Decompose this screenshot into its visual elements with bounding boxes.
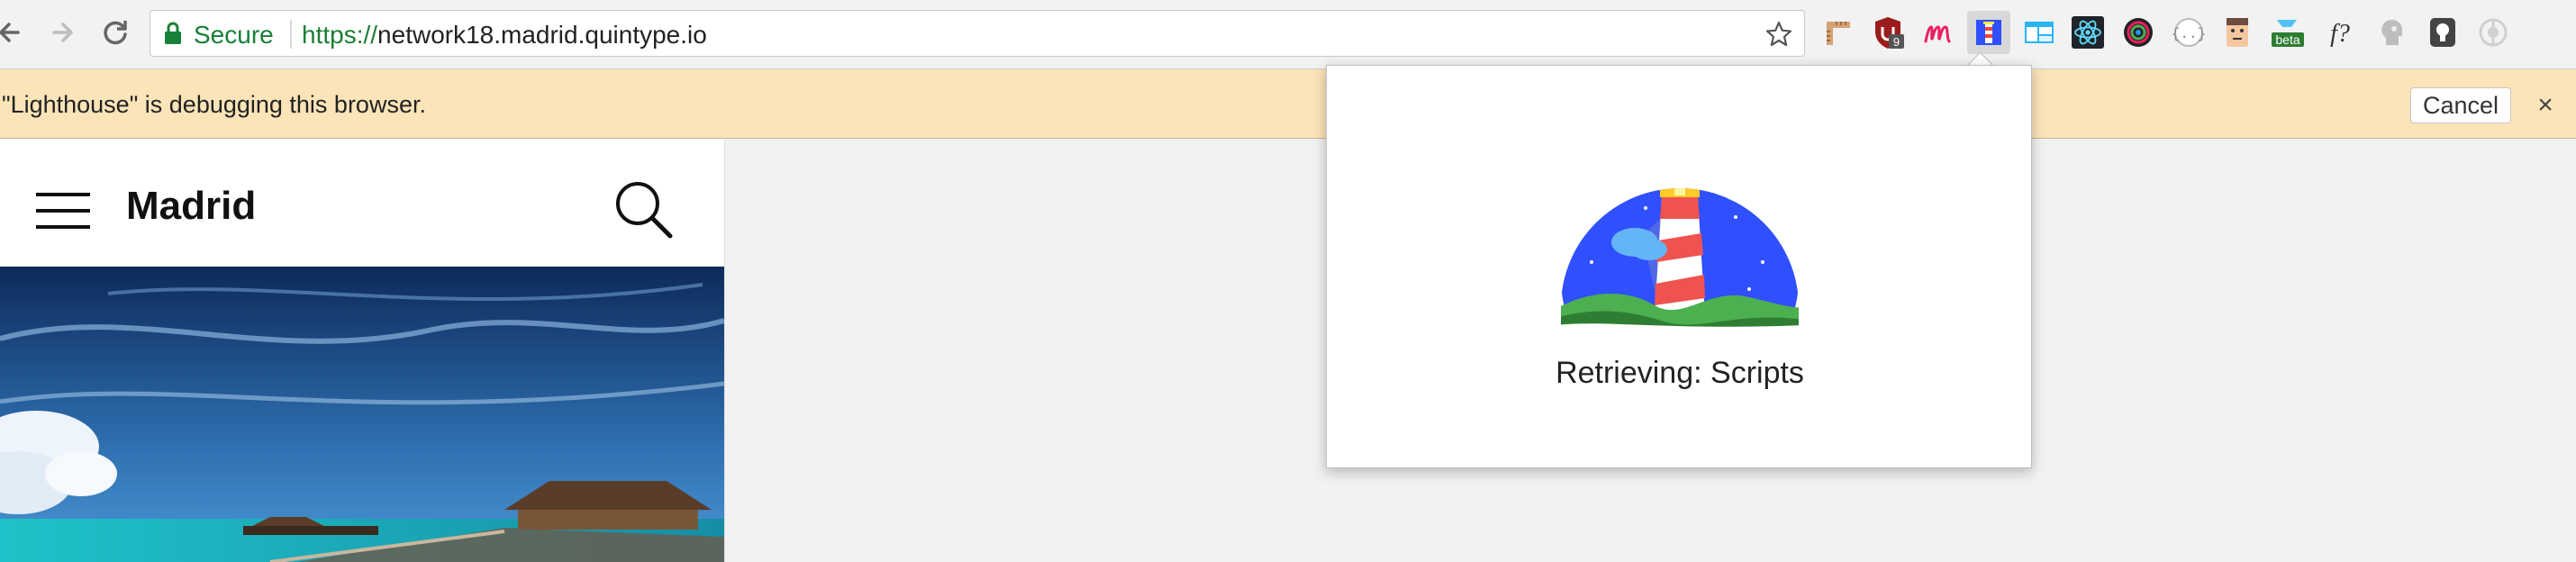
- lock-icon[interactable]: [163, 22, 183, 45]
- omnibox-separator: [290, 20, 292, 49]
- back-arrow-icon[interactable]: [0, 13, 31, 52]
- beta-badge: beta: [2275, 32, 2299, 47]
- secure-label[interactable]: Secure: [194, 21, 274, 50]
- fonts-extension-icon[interactable]: f?: [2322, 14, 2358, 50]
- forward-arrow-icon[interactable]: [43, 13, 83, 52]
- reload-icon[interactable]: [95, 13, 135, 52]
- debugging-infobar: "Lighthouse" is debugging this browser. …: [0, 69, 2576, 139]
- fonts-label: f?: [2330, 20, 2350, 48]
- face-extension-icon[interactable]: [2219, 14, 2255, 50]
- react-devtools-icon[interactable]: [2070, 14, 2106, 50]
- browser-toolbar: Secure https://network18.madrid.quintype…: [0, 0, 2576, 69]
- lighthouse-status: Retrieving: Scripts: [1556, 356, 1804, 390]
- beta-extension-icon[interactable]: beta: [2270, 14, 2306, 50]
- hero-image[interactable]: [0, 267, 724, 562]
- url-scheme: https://: [302, 21, 378, 49]
- disabled-extension-icon[interactable]: [2475, 14, 2511, 50]
- lighthouse-extension-icon[interactable]: [1967, 11, 2010, 54]
- hamburger-menu-icon[interactable]: [36, 191, 90, 231]
- lighthouse-logo-icon: [1556, 154, 1804, 334]
- url-text[interactable]: https://network18.madrid.quintype.io: [302, 21, 707, 50]
- star-icon[interactable]: [1764, 20, 1793, 49]
- color-picker-icon[interactable]: [2120, 14, 2156, 50]
- lighthouse-popup: Retrieving: Scripts: [1326, 65, 2032, 468]
- address-bar[interactable]: Secure https://network18.madrid.quintype…: [150, 10, 1805, 57]
- head-extension-icon[interactable]: [2374, 14, 2410, 50]
- ruler-extension-icon[interactable]: [1821, 14, 1857, 50]
- infobar-message: "Lighthouse" is debugging this browser.: [2, 91, 426, 118]
- url-host: network18.madrid.quintype.io: [377, 21, 707, 49]
- window-extension-icon[interactable]: [2021, 14, 2057, 50]
- ublock-badge: 9: [1893, 35, 1900, 49]
- search-icon[interactable]: [612, 178, 674, 240]
- bulb-extension-icon[interactable]: [2425, 14, 2461, 50]
- close-icon[interactable]: ×: [2529, 87, 2562, 123]
- site-title[interactable]: Madrid: [126, 184, 256, 229]
- ublock-extension-icon[interactable]: 9: [1870, 14, 1906, 50]
- site-viewport: Madrid: [0, 139, 725, 562]
- m-extension-icon[interactable]: [1920, 14, 1956, 50]
- cancel-button[interactable]: Cancel: [2410, 87, 2511, 123]
- json-extension-icon[interactable]: {..}: [2171, 14, 2207, 50]
- svg-text:{..}: {..}: [2172, 26, 2206, 42]
